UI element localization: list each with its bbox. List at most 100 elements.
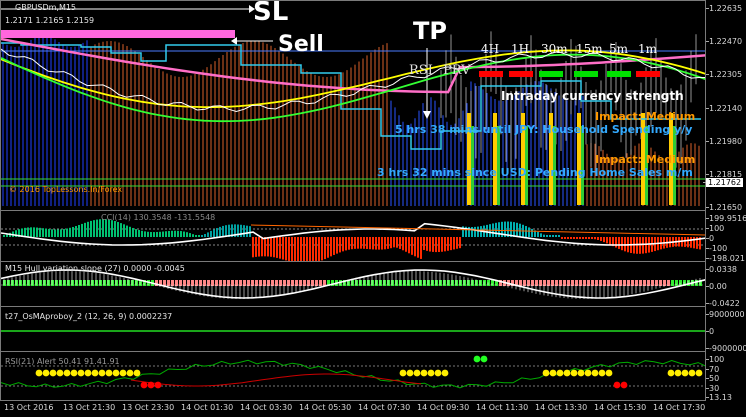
hull-slope-block bbox=[23, 280, 26, 286]
cci-bar bbox=[108, 219, 110, 237]
cci-axis: 199.9516 100 0 -100 -198.021 bbox=[705, 210, 746, 263]
hull-slope-block bbox=[587, 280, 590, 286]
cci-tick: 0 bbox=[705, 234, 715, 243]
cci-bar bbox=[54, 229, 56, 237]
cci-bar bbox=[126, 225, 128, 237]
hull-slope-block bbox=[439, 280, 442, 286]
rsi-dot-yellow bbox=[406, 369, 414, 377]
cci-bar bbox=[531, 228, 533, 237]
rsi-dot-yellow bbox=[556, 369, 564, 377]
hull-slope-block bbox=[43, 280, 46, 286]
hull-slope-block bbox=[251, 280, 254, 286]
hull-slope-block bbox=[351, 280, 354, 286]
rsi-dot-yellow bbox=[399, 369, 407, 377]
cci-bar bbox=[87, 221, 89, 237]
hull-slope-block bbox=[315, 280, 318, 286]
cci-bar bbox=[264, 237, 266, 257]
timeframe-label-5m: 5m bbox=[609, 42, 629, 56]
hull-pane[interactable]: M15 Hull variation slope (27) 0.0000 -0.… bbox=[0, 261, 706, 307]
osma-pane[interactable]: t27_OsMAproboy_2 (12, 26, 9) 0.0002237 bbox=[0, 306, 706, 352]
cci-bar bbox=[291, 237, 293, 261]
hull-slope-block bbox=[27, 280, 30, 286]
tp-label: TP bbox=[413, 17, 447, 45]
cci-bar bbox=[282, 237, 284, 260]
cci-bar bbox=[639, 237, 641, 254]
cci-bar bbox=[279, 237, 281, 259]
cci-bar bbox=[327, 237, 329, 258]
hull-slope-block bbox=[627, 280, 630, 286]
cci-bar bbox=[78, 224, 80, 237]
cci-bar bbox=[219, 226, 221, 237]
cci-bar bbox=[72, 226, 74, 237]
hull-slope-block bbox=[487, 280, 490, 286]
cci-bar bbox=[351, 237, 353, 250]
cci-bar bbox=[30, 227, 32, 237]
cci-bar bbox=[459, 237, 461, 249]
hull-slope-block bbox=[195, 280, 198, 286]
cci-bar bbox=[450, 237, 452, 251]
cci-bar bbox=[420, 237, 422, 259]
rsi-dot-yellow bbox=[63, 369, 71, 377]
cci-bar bbox=[84, 222, 86, 237]
cci-bar bbox=[201, 235, 203, 237]
hull-slope-block bbox=[551, 280, 554, 286]
time-tick: 14 Oct 05:30 bbox=[299, 403, 352, 412]
rsi-dot-red bbox=[140, 381, 148, 389]
hull-slope-block bbox=[103, 280, 106, 286]
rsi-dot-yellow bbox=[681, 369, 689, 377]
hull-slope-block bbox=[71, 280, 74, 286]
cci-bar bbox=[288, 237, 290, 261]
hull-slope-block bbox=[367, 280, 370, 286]
timeframe-strength-bar bbox=[636, 71, 660, 77]
hull-slope-block bbox=[671, 280, 674, 286]
rsi-dot-yellow bbox=[542, 369, 550, 377]
impact-label-1: Impact: Medium bbox=[595, 110, 696, 123]
price-tick: 1.22635 bbox=[705, 4, 743, 13]
hull-slope-block bbox=[219, 280, 222, 286]
hull-slope-block bbox=[39, 280, 42, 286]
cci-bar bbox=[381, 237, 383, 250]
rsi-dot-yellow bbox=[695, 369, 703, 377]
cci-bar bbox=[294, 237, 296, 261]
osma-tick: 9000000 bbox=[706, 310, 745, 319]
cci-bar bbox=[171, 230, 173, 237]
cci-bar bbox=[417, 237, 419, 258]
time-tick: 13 Oct 21:30 bbox=[63, 403, 116, 412]
cci-bar bbox=[372, 237, 374, 250]
hull-slope-block bbox=[183, 280, 186, 286]
hull-slope-block bbox=[231, 280, 234, 286]
cci-bar bbox=[519, 223, 521, 237]
hull-slope-block bbox=[475, 280, 478, 286]
cci-bar bbox=[252, 237, 254, 258]
hull-slope-block bbox=[199, 280, 202, 286]
cci-bar bbox=[405, 237, 407, 252]
rsi-pane[interactable]: RSI(21) Alert 50.41 91.41.91 bbox=[0, 351, 706, 401]
hull-slope-block bbox=[371, 280, 374, 286]
cci-bar bbox=[618, 237, 620, 249]
hull-slope-block bbox=[47, 280, 50, 286]
hull-slope-block bbox=[67, 280, 70, 286]
hull-slope-block bbox=[607, 280, 610, 286]
cci-bar bbox=[324, 237, 326, 260]
cci-bar bbox=[369, 237, 371, 250]
cci-bar bbox=[561, 237, 563, 239]
cci-bar bbox=[429, 237, 431, 252]
rsi-dot-yellow bbox=[420, 369, 428, 377]
hull-slope-block bbox=[59, 280, 62, 286]
hull-slope-block bbox=[523, 280, 526, 286]
hull-slope-block bbox=[359, 280, 362, 286]
hull-slope-block bbox=[303, 280, 306, 286]
cci-bar bbox=[141, 230, 143, 237]
cci-pane[interactable]: CCI(14) 130.3548 -131.5548 bbox=[0, 210, 706, 262]
cci-bar bbox=[579, 237, 581, 239]
cci-bar bbox=[204, 234, 206, 237]
cci-bar bbox=[585, 237, 587, 239]
hull-slope-block bbox=[91, 280, 94, 286]
main-chart-pane[interactable]: GBPUSDm,M15 1.2171 1.2165 1.2159 SL Sell… bbox=[0, 0, 706, 211]
hull-slope-block bbox=[31, 280, 34, 286]
cci-bar bbox=[342, 237, 344, 252]
rsi-dot-red bbox=[613, 381, 621, 389]
cci-bar bbox=[240, 224, 242, 237]
cci-bar bbox=[51, 229, 53, 237]
cci-bar bbox=[243, 225, 245, 237]
